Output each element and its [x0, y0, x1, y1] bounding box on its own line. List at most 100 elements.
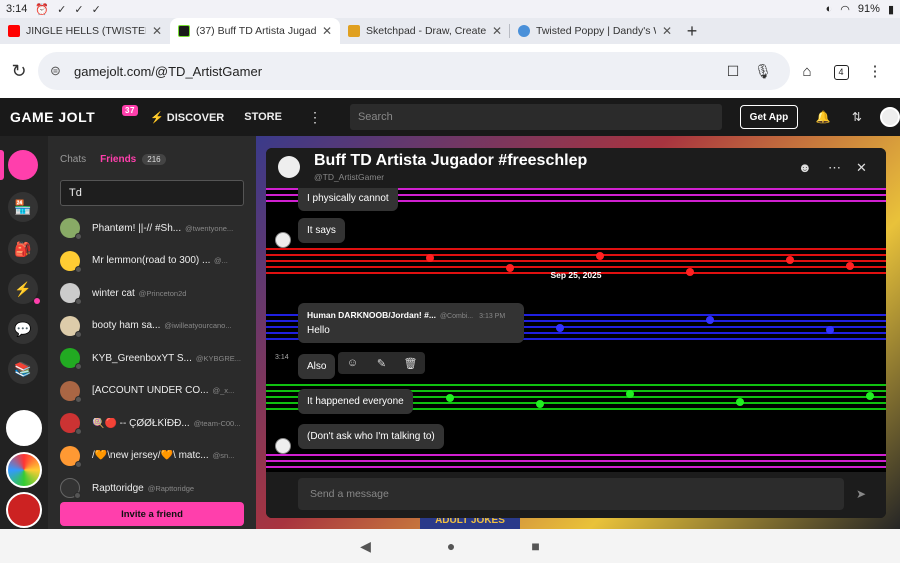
tab-friends[interactable]: Friends — [100, 154, 136, 165]
recents-square-icon[interactable]: ■ — [531, 538, 539, 554]
avatar — [60, 348, 82, 371]
left-rail: 🏪 🎒 ⚡ 💬 📚 — [0, 136, 48, 529]
gamejolt-logo[interactable]: GAME JOLT 37 — [10, 105, 138, 125]
send-icon[interactable]: ➤ — [856, 487, 866, 501]
chat-title[interactable]: Buff TD Artista Jugador #freeschlep — [314, 152, 587, 170]
avatar — [60, 413, 82, 436]
friends-search-input[interactable]: Td — [60, 180, 244, 206]
bell-icon[interactable]: 🔔 — [814, 110, 832, 124]
back-triangle-icon[interactable]: ◀ — [360, 538, 371, 555]
home-icon[interactable]: ⌂ — [790, 63, 824, 80]
list-item[interactable]: Rapttoridge @Rapttoridge — [60, 472, 254, 505]
android-status-bar: 3:14 ⏰ ✓ ✓ ✓ ◐ ◠ 91% ▮ — [0, 0, 900, 18]
list-item[interactable]: /🧡\new jersey/🧡\ matc... @sn... — [60, 440, 254, 473]
browser-tab-active[interactable]: (37) Buff TD Artista Jugado ✕ — [170, 18, 340, 44]
avatar — [60, 315, 82, 338]
list-item[interactable]: Mr lemmon(road to 300) ... @... — [60, 245, 254, 278]
friends-list: Phantøm! ||-// #Sh... @twentyone... Mr l… — [60, 212, 254, 505]
browser-tab[interactable]: Sketchpad - Draw, Create, Sh ✕ — [340, 18, 510, 44]
message-composer: Send a message ➤ — [266, 472, 886, 518]
browser-tab-strip: JINGLE HELLS (TWISTED B ✕ (37) Buff TD A… — [0, 18, 900, 44]
avatar — [60, 283, 82, 306]
site-info-icon[interactable]: ⊜ — [50, 63, 64, 79]
list-item[interactable]: Phantøm! ||-// #Sh... @twentyone... — [60, 212, 254, 245]
get-app-button[interactable]: Get App — [739, 105, 798, 129]
browser-tab[interactable]: Twisted Poppy | Dandy's Wo ✕ — [510, 18, 680, 44]
close-icon[interactable]: ✕ — [322, 24, 332, 38]
message-bubble[interactable]: It says — [298, 218, 345, 243]
gamejolt-icon — [178, 25, 190, 37]
message-bubble[interactable]: Human DARKNOOB/Jordan! #... @Combi... 3:13… — [298, 303, 524, 343]
community-avatar[interactable] — [6, 492, 42, 528]
avatar[interactable] — [275, 438, 291, 454]
list-item[interactable]: [ACCOUNT UNDER CO... @_x... — [60, 375, 254, 408]
more-menu-icon[interactable]: ⋮ — [308, 109, 322, 126]
close-icon[interactable]: ✕ — [492, 24, 502, 38]
discover-link[interactable]: ⚡ DISCOVER — [150, 111, 224, 124]
add-member-icon[interactable]: ☻ — [798, 160, 812, 175]
message-input[interactable]: Send a message — [298, 478, 844, 510]
avatar — [60, 445, 82, 468]
message-actions: ☺ ✎ 🗑 — [338, 352, 425, 374]
browser-tab[interactable]: JINGLE HELLS (TWISTED B ✕ — [0, 18, 170, 44]
tab-title: JINGLE HELLS (TWISTED B — [26, 25, 146, 37]
community-avatar[interactable] — [6, 410, 42, 446]
community-avatar[interactable] — [6, 452, 42, 488]
unread-dot — [34, 298, 40, 304]
url-text[interactable]: gamejolt.com/@TD_ArtistGamer — [74, 64, 718, 79]
close-icon[interactable]: ✕ — [856, 160, 867, 176]
message-bubble[interactable]: (Don't ask who I'm talking to) — [298, 424, 444, 449]
tab-chats[interactable]: Chats — [60, 154, 86, 165]
list-item[interactable]: booty ham sa... @iwilleatyourcano... — [60, 310, 254, 343]
address-bar[interactable]: ⊜ gamejolt.com/@TD_ArtistGamer ☐ 🎙 — [38, 52, 790, 90]
android-navigation-bar: ◀ ● ■ — [0, 529, 900, 563]
activity-icon[interactable]: ⇅ — [848, 110, 866, 124]
more-options-icon[interactable]: ⋯ — [828, 160, 841, 176]
status-time: 3:14 — [6, 3, 28, 15]
date-separator: Sep 25, 2025 — [550, 270, 602, 280]
microphone-icon[interactable]: 🎙 — [748, 63, 778, 80]
invite-friend-button[interactable]: Invite a friend — [60, 502, 244, 526]
avatar — [60, 250, 82, 273]
message-bubble[interactable]: I physically cannot — [298, 186, 398, 211]
message-bubble[interactable]: It happened everyone — [298, 389, 413, 414]
check-icon: ✓ — [57, 3, 67, 16]
backpack-icon[interactable]: 🎒 — [8, 234, 38, 264]
friends-count-badge: 216 — [142, 154, 166, 165]
reload-icon[interactable]: ↻ — [0, 61, 38, 82]
list-item[interactable]: KYB_GreenboxYT S... @KYBGRE... — [60, 342, 254, 375]
library-icon[interactable]: 📚 — [8, 354, 38, 384]
browser-toolbar: ↻ ⊜ gamejolt.com/@TD_ArtistGamer ☐ 🎙 ⌂ 4… — [0, 44, 900, 98]
message-bubble[interactable]: Also — [298, 354, 336, 379]
list-item[interactable]: winter cat @Princeton2d — [60, 277, 254, 310]
youtube-icon — [8, 25, 20, 37]
new-tab-plus-icon[interactable]: + — [680, 18, 704, 44]
avatar[interactable] — [278, 156, 300, 178]
avatar — [60, 478, 81, 500]
staff-decoration — [266, 454, 886, 472]
tab-switcher-button[interactable]: 4 — [824, 62, 858, 80]
store-icon[interactable]: 🏪 — [8, 192, 38, 222]
user-avatar[interactable] — [879, 107, 900, 127]
avatar[interactable] — [275, 232, 291, 248]
chat-icon[interactable]: 💬 — [8, 314, 38, 344]
store-link[interactable]: STORE — [244, 111, 282, 123]
add-reaction-icon[interactable]: ☺ — [338, 357, 367, 369]
tab-title: Twisted Poppy | Dandy's Wo — [536, 25, 656, 37]
friends-panel: Chats Friends 216 Td Phantøm! ||-// #Sh.… — [48, 136, 256, 529]
avatar — [60, 218, 82, 241]
bookmark-icon[interactable]: ☐ — [718, 63, 748, 80]
list-item[interactable]: 🍭🔴 -- ÇØØŁKÏÐÐ... @team-C00... — [60, 407, 254, 440]
close-icon[interactable]: ✕ — [152, 24, 162, 38]
close-icon[interactable]: ✕ — [662, 24, 672, 38]
delete-trash-icon[interactable]: 🗑 — [396, 357, 425, 370]
notification-count-badge: 37 — [122, 105, 138, 116]
edit-pencil-icon[interactable]: ✎ — [367, 357, 396, 370]
home-circle-icon[interactable]: ● — [447, 538, 455, 554]
avatar — [60, 380, 82, 403]
message-author[interactable]: Human DARKNOOB/Jordan! #... — [307, 310, 436, 320]
chat-username: @TD_ArtistGamer — [314, 172, 385, 182]
site-search-input[interactable]: Search — [349, 104, 722, 130]
menu-kebab-icon[interactable]: ⋮ — [858, 62, 892, 80]
home-rail-icon[interactable] — [8, 150, 38, 180]
